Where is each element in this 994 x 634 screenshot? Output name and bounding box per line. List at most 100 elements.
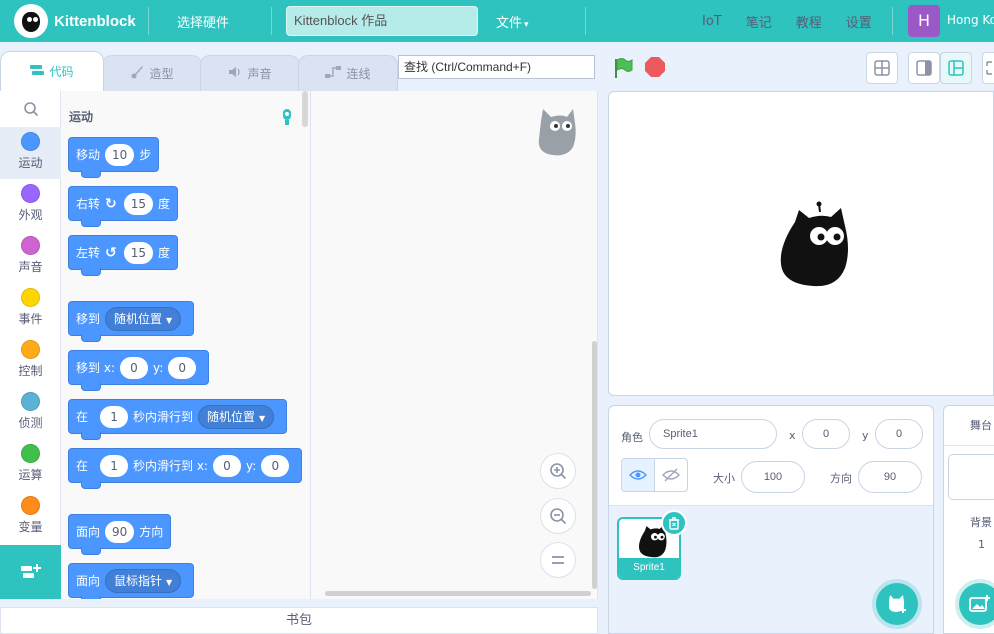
direction-input[interactable]: 90 [105, 520, 135, 543]
tab-sounds[interactable]: 声音 [200, 55, 300, 91]
user-avatar[interactable]: H [908, 5, 940, 37]
current-sprite-watermark-icon [538, 109, 576, 156]
x-input[interactable]: 0 [212, 454, 241, 477]
dropdown-value: 随机位置 [114, 311, 163, 326]
bluetooth-icon[interactable] [280, 108, 294, 129]
x-input[interactable]: 0 [119, 356, 148, 379]
tab-label: 声音 [247, 67, 272, 81]
sprite-cat[interactable] [779, 200, 851, 288]
block-text: 秒内滑行到 [133, 410, 194, 424]
stage-target-pane[interactable]: 舞台 背景 1 [943, 405, 994, 634]
script-vertical-scrollbar[interactable] [592, 341, 597, 589]
zoom-out-icon [550, 508, 567, 525]
category-looks[interactable]: 外观 [0, 179, 61, 231]
tab-costumes[interactable]: 造型 [102, 55, 202, 91]
stage-thumbnail[interactable] [948, 454, 994, 500]
y-input[interactable]: 0 [261, 454, 290, 477]
towards-target-dropdown[interactable]: 鼠标指针 ▼ [105, 568, 182, 593]
x-input[interactable]: 0 [802, 419, 850, 449]
tab-code[interactable]: 代码 [0, 51, 104, 91]
block-text: 度 [158, 246, 171, 260]
notes-menu[interactable]: 笔记 [734, 12, 784, 31]
category-events[interactable]: 事件 [0, 283, 61, 335]
fullscreen-icon [985, 61, 992, 75]
zoom-in-button[interactable] [540, 453, 576, 489]
block-goto-xy[interactable]: 移到 x: 0 y: 0 [68, 350, 210, 391]
category-motion[interactable]: 运动 [0, 127, 61, 179]
category-search[interactable] [0, 91, 61, 127]
kitten-logo-icon [14, 4, 48, 38]
degrees-input[interactable]: 15 [123, 241, 154, 264]
green-flag-icon[interactable] [612, 57, 634, 79]
file-menu[interactable]: 文件 ▾ [496, 12, 529, 31]
settings-menu[interactable]: 设置 [834, 12, 884, 31]
block-palette: 运动 移动 10 步 右转 ↻ 15 度 左转 ↺ 15 度 移到 随机位置 ▼ … [61, 91, 311, 599]
block-turn-left[interactable]: 左转 ↺ 15 度 [68, 235, 179, 276]
zoom-out-button[interactable] [540, 498, 576, 534]
category-label: 侦测 [18, 416, 43, 430]
show-sprite-button[interactable] [621, 458, 655, 492]
goto-target-dropdown[interactable]: 随机位置 ▼ [105, 306, 182, 331]
palette-scrollbar[interactable] [302, 91, 308, 127]
category-variables[interactable]: 变量 [0, 491, 61, 543]
add-sprite-button[interactable] [876, 583, 918, 625]
add-backdrop-button[interactable] [959, 583, 994, 625]
add-extension-button[interactable] [0, 545, 61, 599]
seconds-input[interactable]: 1 [100, 454, 129, 477]
add-backdrop-icon [969, 595, 990, 612]
category-color-dot [21, 444, 40, 463]
category-sensing[interactable]: 侦测 [0, 387, 61, 439]
zoom-reset-button[interactable] [540, 542, 576, 578]
block-turn-right[interactable]: 右转 ↻ 15 度 [68, 186, 179, 227]
normal-stage-button[interactable] [908, 52, 940, 84]
tab-wiring[interactable]: 连线 [298, 55, 398, 91]
category-sound[interactable]: 声音 [0, 231, 61, 283]
user-name[interactable]: Hong Ko [947, 13, 994, 27]
app-logo[interactable]: Kittenblock [0, 4, 148, 38]
stage-pane-header: 舞台 [944, 406, 994, 446]
backdrop-count: 1 [978, 538, 985, 551]
block-text: 左转 [76, 246, 101, 260]
block-move-steps[interactable]: 移动 10 步 [68, 137, 160, 178]
seconds-input[interactable]: 1 [100, 405, 129, 428]
tutorials-menu[interactable]: 教程 [784, 12, 834, 31]
stage[interactable] [608, 91, 994, 396]
block-search-input[interactable]: 查找 (Ctrl/Command+F) [398, 55, 595, 79]
backpack-bar[interactable]: 书包 [0, 607, 598, 634]
block-text: 在 [76, 410, 89, 424]
app-name: Kittenblock [54, 12, 136, 30]
block-text: 移到 [76, 312, 101, 326]
sprite-name-input[interactable]: Sprite1 [649, 419, 777, 449]
hide-sprite-button[interactable] [654, 458, 688, 492]
sprite-name-label: 角色 [621, 431, 643, 444]
block-point-direction[interactable]: 面向 90 方向 [68, 514, 172, 555]
block-goto[interactable]: 移到 随机位置 ▼ [68, 301, 195, 342]
script-area[interactable] [311, 91, 598, 599]
iot-menu[interactable]: IoT [690, 14, 734, 29]
glide-target-dropdown[interactable]: 随机位置 ▼ [198, 404, 275, 429]
delete-sprite-button[interactable] [661, 510, 687, 536]
split-layout-icon [916, 60, 932, 76]
stop-sign-icon[interactable] [645, 57, 665, 77]
menu-divider [891, 7, 893, 35]
steps-input[interactable]: 10 [105, 143, 135, 166]
select-hardware-menu[interactable]: 选择硬件 [149, 12, 243, 31]
script-horizontal-scrollbar[interactable] [325, 591, 591, 596]
y-input[interactable]: 0 [875, 419, 923, 449]
fullscreen-button[interactable] [982, 52, 994, 84]
block-point-towards[interactable]: 面向 鼠标指针 ▼ [68, 563, 195, 599]
add-extension-icon [20, 564, 41, 578]
large-stage-button[interactable] [940, 52, 972, 84]
block-glide-xy[interactable]: 在 1 秒内滑行到 x: 0 y: 0 [68, 448, 303, 489]
chevron-down-icon: ▼ [166, 315, 173, 325]
project-title-input[interactable]: Kittenblock 作品 [286, 6, 479, 36]
size-input[interactable]: 100 [741, 461, 805, 493]
block-glide-to[interactable]: 在 1 秒内滑行到 随机位置 ▼ [68, 399, 288, 440]
direction-input[interactable]: 90 [858, 461, 922, 493]
y-input[interactable]: 0 [168, 356, 197, 379]
category-control[interactable]: 控制 [0, 335, 61, 387]
category-operators[interactable]: 运算 [0, 439, 61, 491]
degrees-input[interactable]: 15 [123, 192, 154, 215]
small-stage-button[interactable] [866, 52, 898, 84]
category-label: 外观 [18, 208, 43, 222]
